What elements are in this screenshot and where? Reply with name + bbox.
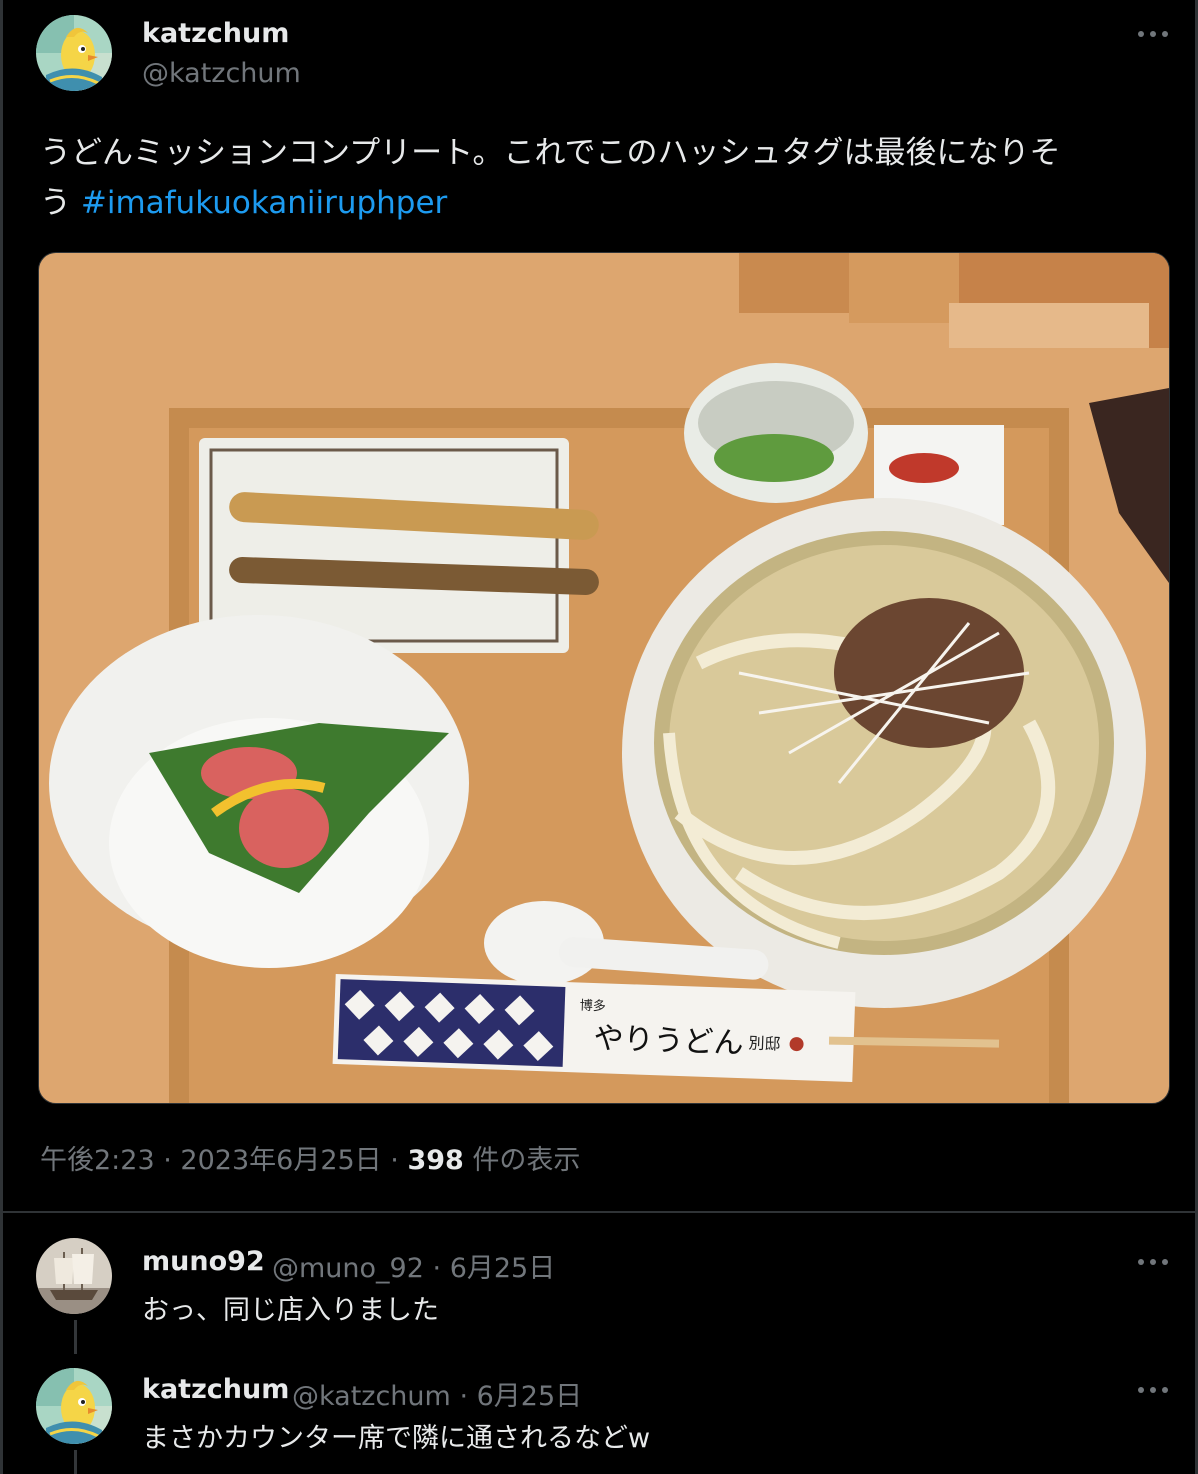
meta-separator: · bbox=[390, 1145, 399, 1176]
thread-line bbox=[74, 1450, 77, 1474]
author-handle[interactable]: @katzchum bbox=[142, 58, 301, 89]
udon-meal-photo: 博多 やりうどん 別邸 bbox=[39, 253, 1169, 1103]
avatar-bird-icon bbox=[36, 1368, 112, 1444]
views-count: 398 bbox=[407, 1145, 464, 1176]
tweet-text: うどんミッションコンプリート。これでこのハッシュタグは最後になりそ う #ima… bbox=[40, 128, 1170, 228]
reply-date[interactable]: 6月25日 bbox=[450, 1253, 556, 1284]
reply-display-name[interactable]: katzchum bbox=[142, 1374, 289, 1405]
reply-date[interactable]: 6月25日 bbox=[477, 1381, 583, 1412]
reply-avatar[interactable] bbox=[36, 1368, 112, 1444]
reply-text: まさかカウンター席で隣に通されるなどw bbox=[142, 1423, 651, 1454]
tweet-text-line2: う bbox=[40, 185, 71, 221]
reply-handle-line: @katzchum · 6月25日 bbox=[292, 1374, 582, 1413]
tweet-meta: 午後2:23 · 2023年6月25日 · 398 件の表示 bbox=[40, 1138, 580, 1177]
wrapper-small-text: 博多 bbox=[579, 997, 606, 1014]
more-icon[interactable] bbox=[1138, 1256, 1174, 1268]
reply-item[interactable]: katzchum @katzchum · 6月25日 まさかカウンター席で隣に通… bbox=[0, 1354, 1198, 1474]
avatar-bird-icon bbox=[36, 15, 112, 91]
tweet-photo[interactable]: 博多 やりうどん 別邸 bbox=[38, 252, 1170, 1104]
meta-separator: · bbox=[163, 1145, 172, 1176]
more-icon[interactable] bbox=[1138, 1384, 1174, 1396]
reply-handle[interactable]: @katzchum bbox=[292, 1381, 451, 1412]
divider bbox=[3, 1211, 1195, 1213]
main-tweet: katzchum @katzchum うどんミッションコンプリート。これでこのハ… bbox=[0, 0, 1198, 1212]
author-display-name[interactable]: katzchum bbox=[142, 18, 289, 49]
author-avatar[interactable] bbox=[36, 15, 112, 91]
reply-separator: · bbox=[432, 1253, 442, 1284]
reply-separator: · bbox=[459, 1381, 469, 1412]
thread-line bbox=[74, 1320, 77, 1354]
reply-display-name[interactable]: muno92 bbox=[142, 1246, 265, 1277]
reply-text: おっ、同じ店入りました bbox=[142, 1295, 439, 1326]
more-icon[interactable] bbox=[1138, 28, 1174, 40]
avatar-ship-icon bbox=[36, 1238, 112, 1314]
tweet-time[interactable]: 午後2:23 bbox=[40, 1145, 155, 1176]
hashtag-link[interactable]: #imafukuokaniiruphper bbox=[81, 185, 447, 221]
tweet-text-line1: うどんミッションコンプリート。これでこのハッシュタグは最後になりそ bbox=[40, 135, 1061, 171]
wrapper-text: やりうどん bbox=[593, 1021, 744, 1061]
reply-handle[interactable]: @muno_92 bbox=[272, 1253, 424, 1284]
wrapper-suffix: 別邸 bbox=[748, 1033, 781, 1053]
reply-avatar[interactable] bbox=[36, 1238, 112, 1314]
tweet-date[interactable]: 2023年6月25日 bbox=[180, 1145, 381, 1176]
reply-item[interactable]: muno92 @muno_92 · 6月25日 おっ、同じ店入りました bbox=[0, 1214, 1198, 1354]
views-label: 件の表示 bbox=[472, 1145, 581, 1176]
reply-handle-line: @muno_92 · 6月25日 bbox=[272, 1246, 555, 1285]
